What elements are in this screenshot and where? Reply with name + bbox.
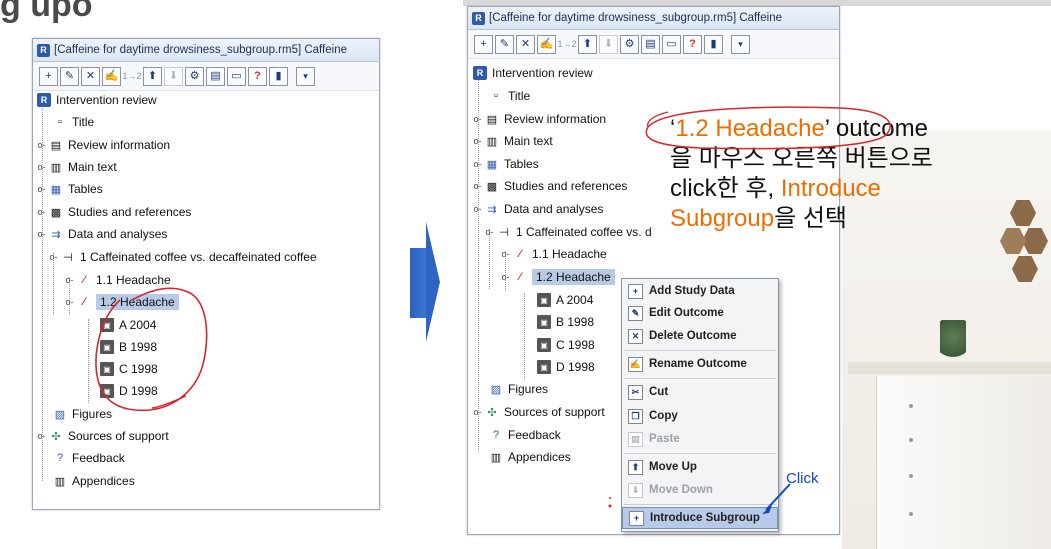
click-arrowhead-icon [762,505,772,514]
click-arrow-icon [765,483,791,511]
red-tail-stroke [151,395,187,409]
pen-annotation-overlay [95,106,891,514]
red-dot-marker [608,504,612,508]
red-circle-studies-annotation [95,287,208,412]
red-oval-outcome-annotation [645,106,891,150]
red-dot-marker [609,497,611,499]
